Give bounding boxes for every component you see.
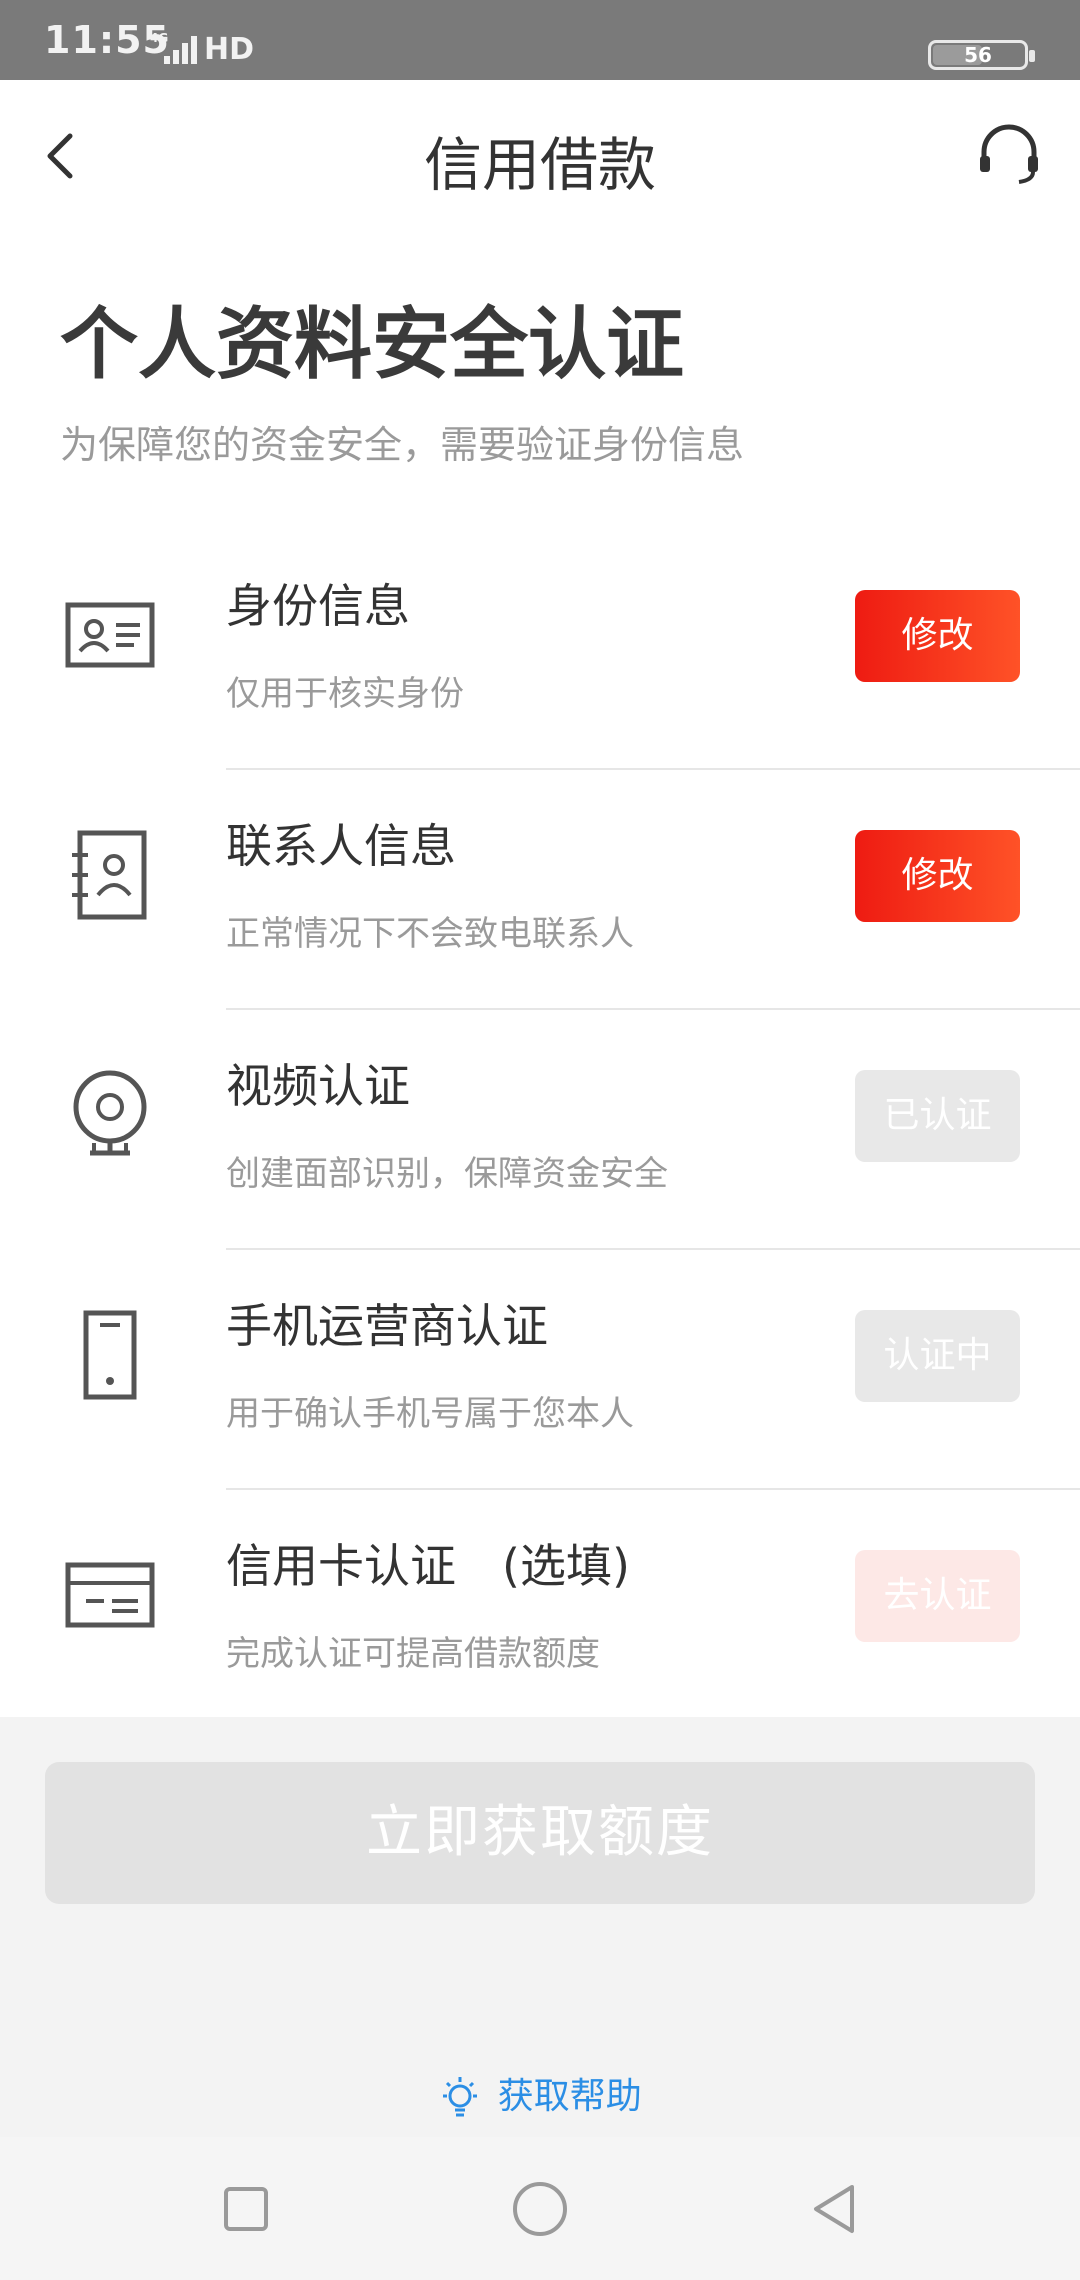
lightbulb-icon — [443, 2077, 478, 2117]
edit-identity-button[interactable]: 修改 — [855, 590, 1020, 682]
edit-contacts-button[interactable]: 修改 — [855, 830, 1020, 922]
help-label: 获取帮助 — [497, 2076, 642, 2117]
item-description: 用于确认手机号属于您本人 — [226, 1394, 634, 1434]
list-item-credit-card[interactable]: 信用卡认证 (选填) 完成认证可提高借款额度 去认证 — [0, 1490, 1080, 1730]
get-credit-limit-button[interactable]: 立即获取额度 — [45, 1762, 1035, 1904]
screen: 11:55 4G HD 56 信用借款 个人资料安全认证 为保障您的资金安全，需… — [0, 0, 1080, 2280]
customer-service-button[interactable] — [974, 118, 1044, 188]
verifying-badge: 认证中 — [855, 1310, 1020, 1402]
signal-icon: 4G — [150, 30, 200, 70]
id-card-icon — [65, 602, 155, 668]
page-title: 个人资料安全认证 — [60, 300, 685, 390]
svg-text:4G: 4G — [150, 31, 168, 45]
headset-icon — [980, 124, 1038, 184]
battery-icon: 56 — [928, 40, 1035, 70]
item-description: 完成认证可提高借款额度 — [226, 1634, 600, 1674]
contact-book-icon — [72, 830, 147, 920]
phone-icon — [83, 1310, 137, 1400]
item-title: 视频认证 — [226, 1059, 410, 1113]
list-item-identity[interactable]: 身份信息 仅用于核实身份 修改 — [0, 530, 1080, 770]
item-description: 仅用于核实身份 — [226, 674, 464, 714]
verified-badge: 已认证 — [855, 1070, 1020, 1162]
list-item-carrier[interactable]: 手机运营商认证 用于确认手机号属于您本人 认证中 — [0, 1250, 1080, 1490]
item-title: 手机运营商认证 — [226, 1299, 548, 1353]
triangle-back-icon[interactable] — [802, 2177, 866, 2241]
verify-credit-card-button[interactable]: 去认证 — [855, 1550, 1020, 1642]
app-header: 信用借款 — [0, 80, 1080, 225]
system-nav-bar — [0, 2137, 1080, 2280]
bottom-panel: 立即获取额度 获取帮助 — [0, 1717, 1080, 2137]
credit-card-icon — [65, 1562, 155, 1628]
list-item-video[interactable]: 视频认证 创建面部识别，保障资金安全 已认证 — [0, 1010, 1080, 1250]
header-title: 信用借款 — [423, 131, 656, 199]
verification-list: 身份信息 仅用于核实身份 修改 联系人信息 正常情况下不会致电联系人 修改 视频… — [0, 530, 1080, 1730]
hd-icon: HD — [204, 32, 255, 67]
help-link[interactable]: 获取帮助 — [0, 2067, 1080, 2122]
circle-icon[interactable] — [508, 2177, 572, 2241]
webcam-icon — [73, 1070, 147, 1156]
item-title: 信用卡认证 (选填) — [226, 1539, 630, 1593]
item-description: 创建面部识别，保障资金安全 — [226, 1154, 668, 1194]
status-bar: 11:55 4G HD 56 — [0, 0, 1080, 80]
page-subtitle: 为保障您的资金安全，需要验证身份信息 — [60, 423, 745, 467]
item-title: 身份信息 — [226, 579, 410, 633]
item-description: 正常情况下不会致电联系人 — [226, 914, 634, 954]
item-title: 联系人信息 — [226, 819, 456, 873]
square-icon[interactable] — [214, 2177, 278, 2241]
list-item-contacts[interactable]: 联系人信息 正常情况下不会致电联系人 修改 — [0, 770, 1080, 1010]
battery-level: 56 — [964, 43, 992, 67]
